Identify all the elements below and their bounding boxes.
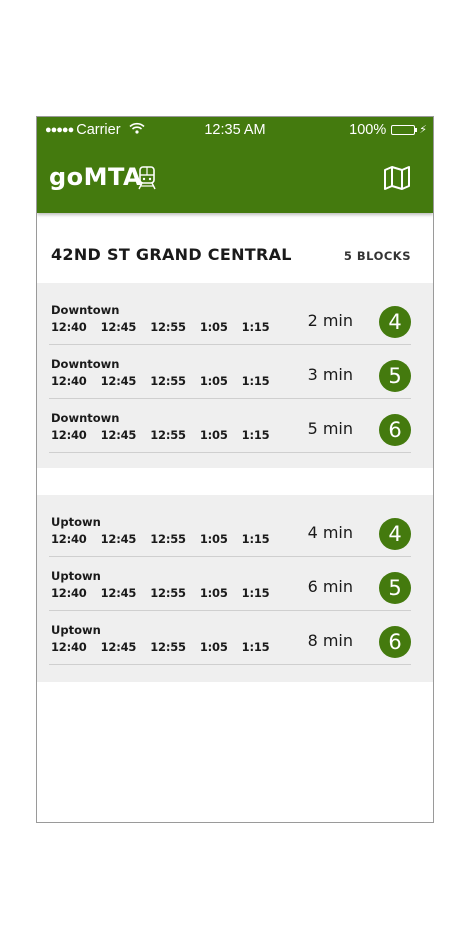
departure-time: 12:40 xyxy=(51,532,87,546)
departure-time: 12:55 xyxy=(150,640,186,654)
departure-time: 1:05 xyxy=(199,586,228,600)
departure-times: 12:40 12:45 12:55 1:05 1:15 xyxy=(51,428,283,442)
departure-time: 12:40 xyxy=(51,586,87,600)
departure-times: 12:40 12:45 12:55 1:05 1:15 xyxy=(51,320,283,334)
line-badge: 6 xyxy=(379,626,411,658)
departure-time: 1:15 xyxy=(241,374,270,388)
direction-label: Uptown xyxy=(51,515,101,529)
downtown-group: Downtown 12:40 12:45 12:55 1:05 1:15 2 m… xyxy=(37,283,433,468)
departure-times: 12:40 12:45 12:55 1:05 1:15 xyxy=(51,374,283,388)
status-bar: ●●●●● Carrier 12:35 AM 100% ⚡ xyxy=(37,117,433,143)
line-badge: 6 xyxy=(379,414,411,446)
direction-label: Downtown xyxy=(51,411,120,425)
departure-time: 12:55 xyxy=(150,320,186,334)
row-divider xyxy=(49,664,411,665)
departure-time: 12:40 xyxy=(51,640,87,654)
departure-time: 1:05 xyxy=(199,428,228,442)
top-bar: ●●●●● Carrier 12:35 AM 100% ⚡ goMTA xyxy=(37,117,433,213)
direction-label: Uptown xyxy=(51,569,101,583)
departure-time: 1:15 xyxy=(241,428,270,442)
departure-times: 12:40 12:45 12:55 1:05 1:15 xyxy=(51,532,283,546)
train-row-uptown-5[interactable]: Uptown 12:40 12:45 12:55 1:05 1:15 6 min… xyxy=(37,549,433,611)
departure-time: 12:45 xyxy=(100,320,137,334)
departure-time: 12:45 xyxy=(100,374,137,388)
line-badge: 5 xyxy=(379,360,411,392)
departure-time: 1:05 xyxy=(199,532,228,546)
row-divider xyxy=(49,452,411,453)
phone-screen: ●●●●● Carrier 12:35 AM 100% ⚡ goMTA 42ND… xyxy=(36,116,434,823)
departure-time: 12:55 xyxy=(150,586,186,600)
departure-time: 1:15 xyxy=(241,532,270,546)
map-icon xyxy=(384,166,410,190)
train-row-downtown-6[interactable]: Downtown 12:40 12:45 12:55 1:05 1:15 5 m… xyxy=(37,391,433,453)
direction-label: Downtown xyxy=(51,357,120,371)
eta-label: 2 min xyxy=(307,311,353,330)
line-badge: 4 xyxy=(379,518,411,550)
departure-time: 1:05 xyxy=(199,374,228,388)
eta-label: 8 min xyxy=(307,631,353,650)
eta-label: 6 min xyxy=(307,577,353,596)
departure-time: 12:45 xyxy=(100,532,137,546)
departure-time: 12:45 xyxy=(100,586,137,600)
departure-times: 12:40 12:45 12:55 1:05 1:15 xyxy=(51,640,283,654)
departure-time: 1:05 xyxy=(199,320,228,334)
departure-time: 12:40 xyxy=(51,428,87,442)
app-bar: goMTA xyxy=(37,143,433,213)
eta-label: 5 min xyxy=(307,419,353,438)
station-header: 42ND ST GRAND CENTRAL 5 BLOCKS xyxy=(37,227,433,283)
line-badge: 4 xyxy=(379,306,411,338)
departure-time: 12:40 xyxy=(51,374,87,388)
departure-times: 12:40 12:45 12:55 1:05 1:15 xyxy=(51,586,283,600)
train-row-uptown-4[interactable]: Uptown 12:40 12:45 12:55 1:05 1:15 4 min… xyxy=(37,495,433,557)
line-badge: 5 xyxy=(379,572,411,604)
train-row-uptown-6[interactable]: Uptown 12:40 12:45 12:55 1:05 1:15 8 min… xyxy=(37,603,433,665)
battery-percent: 100% xyxy=(349,122,387,138)
train-row-downtown-4[interactable]: Downtown 12:40 12:45 12:55 1:05 1:15 2 m… xyxy=(37,283,433,345)
status-right: 100% ⚡ xyxy=(349,117,427,143)
train-row-downtown-5[interactable]: Downtown 12:40 12:45 12:55 1:05 1:15 3 m… xyxy=(37,337,433,399)
departure-time: 1:15 xyxy=(241,640,270,654)
charging-icon: ⚡ xyxy=(419,124,427,136)
direction-label: Downtown xyxy=(51,303,120,317)
departure-time: 12:55 xyxy=(150,428,186,442)
departure-time: 1:15 xyxy=(241,586,270,600)
eta-label: 3 min xyxy=(307,365,353,384)
map-button[interactable] xyxy=(383,165,411,191)
departure-time: 1:15 xyxy=(241,320,270,334)
departure-time: 12:55 xyxy=(150,374,186,388)
departure-time: 1:05 xyxy=(199,640,228,654)
battery-icon xyxy=(391,125,418,135)
station-name: 42ND ST GRAND CENTRAL xyxy=(51,245,292,264)
app-title: goMTA xyxy=(49,163,143,191)
direction-label: Uptown xyxy=(51,623,101,637)
departure-time: 12:55 xyxy=(150,532,186,546)
departure-time: 12:45 xyxy=(100,428,137,442)
train-icon xyxy=(137,165,157,191)
uptown-group: Uptown 12:40 12:45 12:55 1:05 1:15 4 min… xyxy=(37,495,433,682)
station-distance: 5 BLOCKS xyxy=(343,249,411,263)
departure-time: 12:45 xyxy=(100,640,137,654)
departure-time: 12:40 xyxy=(51,320,87,334)
eta-label: 4 min xyxy=(307,523,353,542)
